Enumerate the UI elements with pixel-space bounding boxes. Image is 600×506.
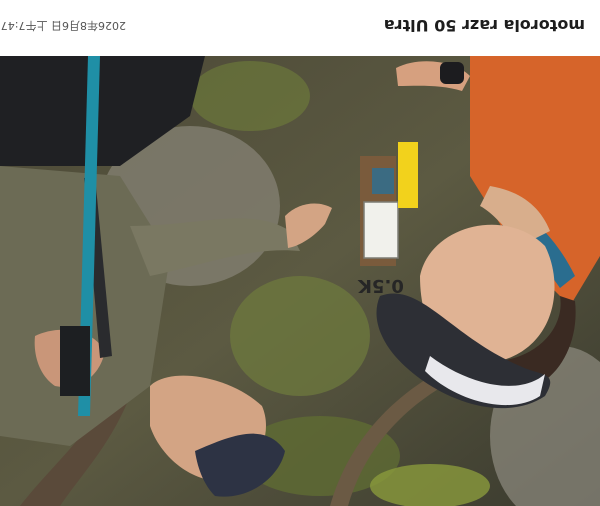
photo-frame: motorola razr 50 Ultra 2026年8月6日 上午7:47 bbox=[0, 0, 600, 506]
leaf-cluster-3 bbox=[370, 464, 490, 506]
hiking-photo: 0.5K bbox=[0, 56, 600, 506]
photo-canvas bbox=[0, 56, 600, 506]
right-hiker-watch bbox=[440, 62, 464, 84]
leaf-cluster-1 bbox=[230, 276, 370, 396]
leaf-cluster-4 bbox=[190, 61, 310, 131]
trail-marker-label: 0.5K bbox=[358, 275, 404, 297]
date-time-watermark: 2026年8月6日 上午7:47 bbox=[0, 19, 126, 32]
camera-brand-watermark: motorola razr 50 Ultra bbox=[383, 16, 585, 36]
trekking-pole-grip bbox=[60, 326, 90, 396]
trail-marker-plate bbox=[363, 201, 399, 259]
watermark-bar: motorola razr 50 Ultra 2026年8月6日 上午7:47 bbox=[0, 0, 600, 56]
trail-marker-yellow-tag bbox=[398, 142, 418, 208]
trail-marker-sticker bbox=[372, 168, 394, 194]
